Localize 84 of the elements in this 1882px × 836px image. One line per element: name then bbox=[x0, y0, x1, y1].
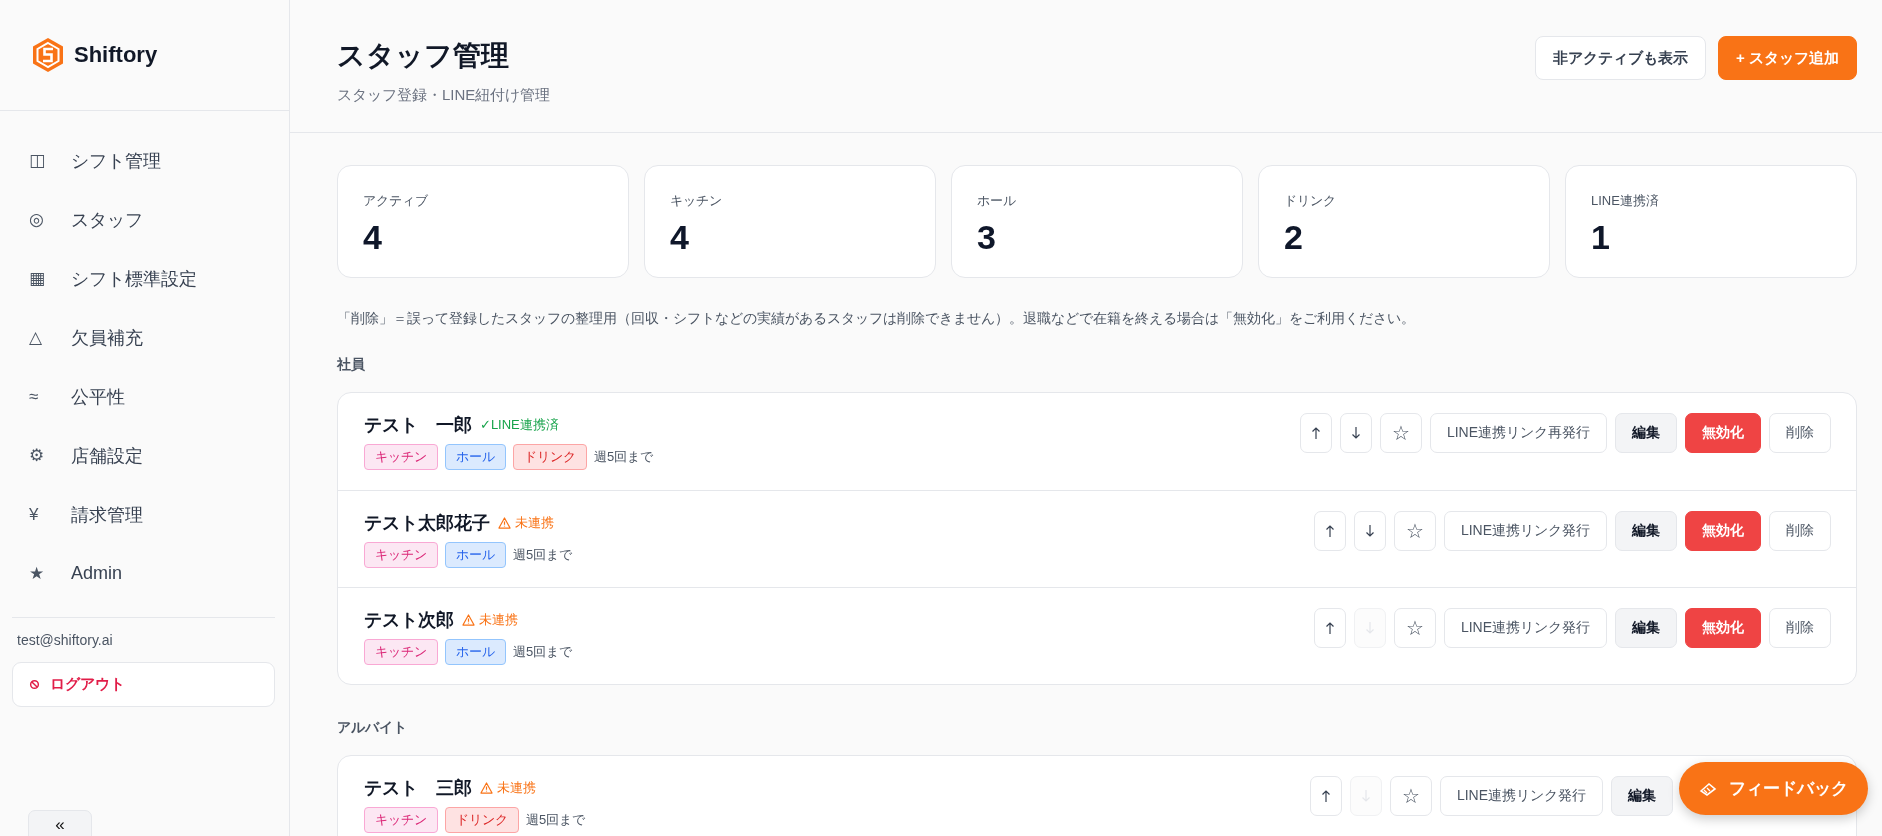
stat-label: LINE連携済 bbox=[1591, 192, 1660, 210]
deactivate-button[interactable]: 無効化 bbox=[1685, 511, 1761, 551]
nav-item[interactable]: ⚙ 店舗設定 bbox=[0, 426, 289, 485]
move-up-button[interactable] bbox=[1309, 776, 1342, 816]
favorite-button[interactable]: ☆ bbox=[1393, 608, 1436, 648]
line-link-button[interactable]: LINE連携リンク再発行 bbox=[1429, 413, 1607, 453]
staff-name: テスト次郎 bbox=[364, 609, 454, 632]
ban-icon bbox=[29, 679, 40, 690]
line-status: 未連携 bbox=[497, 779, 536, 797]
line-status: 未連携 bbox=[479, 611, 518, 629]
eraser-icon bbox=[1699, 781, 1717, 796]
stat-label: ドリンク bbox=[1284, 192, 1337, 210]
stat-value: 3 bbox=[977, 218, 997, 257]
nav-item[interactable]: ★ Admin bbox=[0, 544, 289, 603]
arrow-down-icon bbox=[1364, 524, 1375, 538]
line-status: 未連携 bbox=[515, 514, 554, 532]
page-subtitle: スタッフ登録・LINE紐付け管理 bbox=[337, 86, 551, 105]
delete-button[interactable]: 削除 bbox=[1769, 608, 1831, 648]
favorite-button[interactable]: ☆ bbox=[1389, 776, 1432, 816]
help-note: 「削除」＝誤って登録したスタッフの整理用（回収・シフトなどの実績があるスタッフは削除できません）。退職などで在籍を終える場合は「無効化」をご利用ください。 bbox=[337, 310, 1416, 328]
move-down-button[interactable] bbox=[1339, 413, 1372, 453]
move-up-button[interactable] bbox=[1299, 413, 1332, 453]
staff-name: テスト 一郎 bbox=[364, 414, 472, 437]
role-tag: ドリンク bbox=[445, 807, 519, 833]
role-tag: ドリンク bbox=[513, 444, 587, 470]
arrow-up-icon bbox=[1324, 524, 1335, 538]
shift-limit: 週5回まで bbox=[513, 546, 573, 564]
arrow-up-icon bbox=[1310, 426, 1321, 440]
delete-button[interactable]: 削除 bbox=[1769, 413, 1831, 453]
nav-item[interactable]: △ 欠員補充 bbox=[0, 308, 289, 367]
brand-name: Shiftory bbox=[74, 42, 158, 68]
shift-limit: 週5回まで bbox=[594, 448, 654, 466]
nav-item[interactable]: ¥ 請求管理 bbox=[0, 485, 289, 544]
edit-button[interactable]: 編集 bbox=[1615, 413, 1677, 453]
favorite-button[interactable]: ☆ bbox=[1393, 511, 1436, 551]
role-tag: ホール bbox=[445, 542, 506, 568]
deactivate-button[interactable]: 無効化 bbox=[1685, 608, 1761, 648]
arrow-down-icon bbox=[1350, 426, 1361, 440]
delete-button[interactable]: 削除 bbox=[1769, 511, 1831, 551]
stat-label: ホール bbox=[977, 192, 1017, 210]
role-tag: キッチン bbox=[364, 444, 438, 470]
nav-item[interactable]: ▦ シフト標準設定 bbox=[0, 249, 289, 308]
stat-value: 4 bbox=[670, 218, 690, 257]
logo-icon bbox=[32, 37, 64, 73]
staff-name: テスト太郎花子 bbox=[364, 512, 490, 535]
move-up-button[interactable] bbox=[1313, 608, 1346, 648]
nav-item[interactable]: ◫ シフト管理 bbox=[0, 131, 289, 190]
move-up-button[interactable] bbox=[1313, 511, 1346, 551]
shift-limit: 週5回まで bbox=[526, 811, 586, 829]
shift-limit: 週5回まで bbox=[513, 643, 573, 661]
page-title: スタッフ管理 bbox=[337, 39, 510, 73]
line-link-button[interactable]: LINE連携リンク発行 bbox=[1443, 608, 1607, 648]
collapse-button[interactable]: « bbox=[28, 810, 92, 836]
staff-name: テスト 三郎 bbox=[364, 777, 472, 800]
edit-button[interactable]: 編集 bbox=[1615, 608, 1677, 648]
edit-button[interactable]: 編集 bbox=[1611, 776, 1673, 816]
warning-icon bbox=[498, 517, 511, 529]
stat-value: 4 bbox=[363, 218, 383, 257]
warning-icon bbox=[480, 782, 493, 794]
role-tag: ホール bbox=[445, 444, 506, 470]
favorite-button[interactable]: ☆ bbox=[1379, 413, 1422, 453]
edit-button[interactable]: 編集 bbox=[1615, 511, 1677, 551]
arrow-up-icon bbox=[1324, 621, 1335, 635]
stat-value: 1 bbox=[1591, 218, 1611, 257]
arrow-up-icon bbox=[1320, 789, 1331, 803]
logout-button[interactable]: ログアウト bbox=[12, 662, 275, 707]
line-status: ✓LINE連携済 bbox=[480, 416, 559, 434]
role-tag: キッチン bbox=[364, 807, 438, 833]
group-title: 社員 bbox=[337, 356, 366, 374]
role-tag: キッチン bbox=[364, 639, 438, 665]
group-title: アルバイト bbox=[337, 719, 408, 737]
line-link-button[interactable]: LINE連携リンク発行 bbox=[1443, 511, 1607, 551]
nav-item[interactable]: ≈ 公平性 bbox=[0, 367, 289, 426]
move-down-button[interactable] bbox=[1353, 511, 1386, 551]
role-tag: キッチン bbox=[364, 542, 438, 568]
line-link-button[interactable]: LINE連携リンク発行 bbox=[1439, 776, 1603, 816]
role-tag: ホール bbox=[445, 639, 506, 665]
user-email: test@shiftory.ai bbox=[16, 632, 114, 648]
deactivate-button[interactable]: 無効化 bbox=[1685, 413, 1761, 453]
stat-label: キッチン bbox=[670, 192, 723, 210]
stat-label: アクティブ bbox=[363, 192, 429, 210]
stat-value: 2 bbox=[1284, 218, 1304, 257]
warning-icon bbox=[462, 614, 475, 626]
nav-item[interactable]: ◎ スタッフ bbox=[0, 190, 289, 249]
